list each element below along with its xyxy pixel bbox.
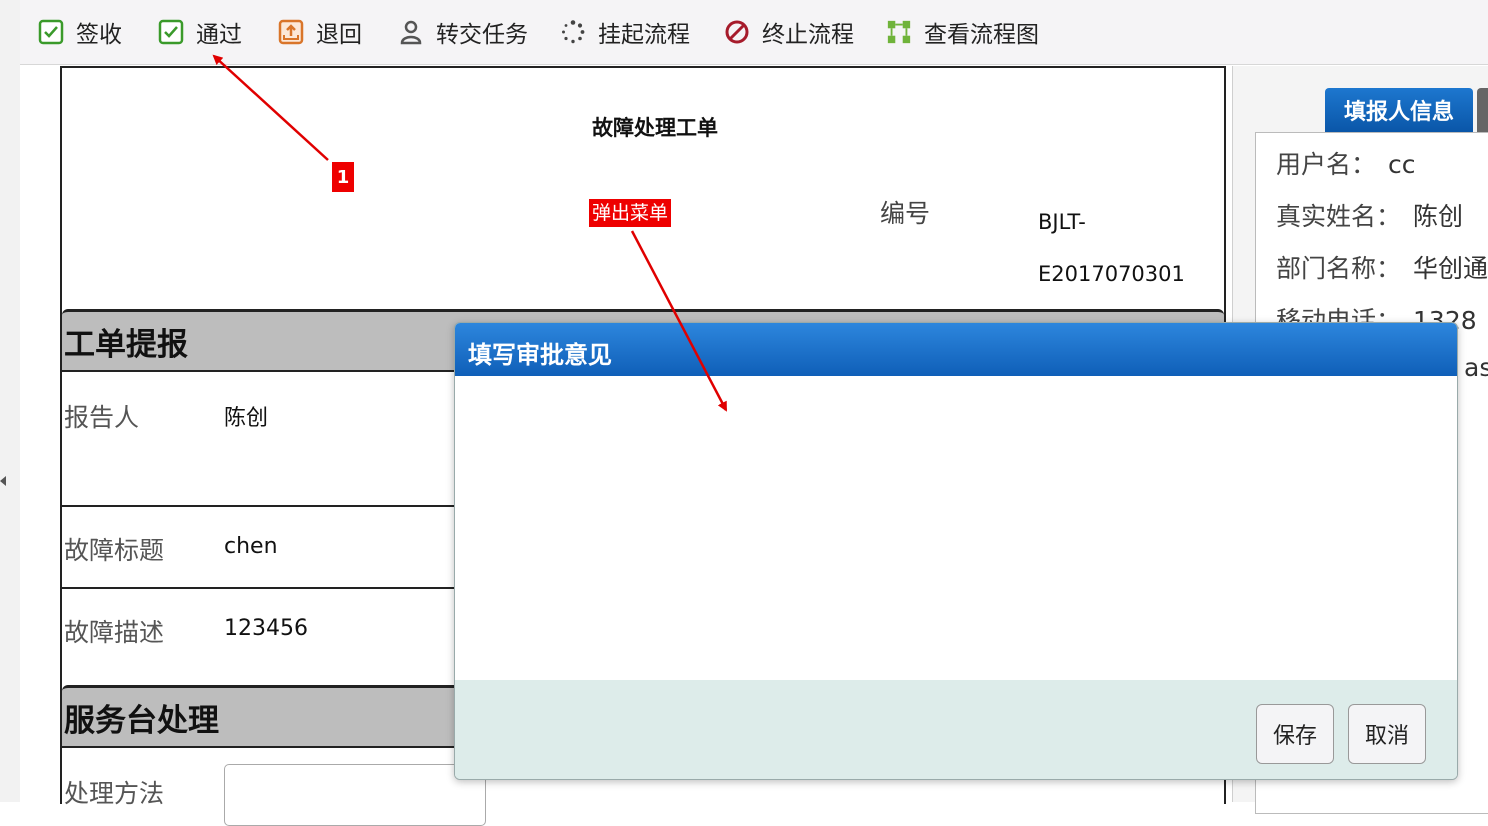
terminate-process-button-label: 终止流程 [762,22,854,48]
section-report-title: 工单提报 [64,327,188,363]
return-box-icon [278,19,304,45]
reporter-label: 报告人 [64,403,140,432]
method-input[interactable] [224,764,486,826]
return-button[interactable]: 退回 [278,16,362,48]
info-value: cc [1388,150,1416,179]
dialog-footer: 保存 取消 [455,680,1457,779]
sign-button[interactable]: 签收 [38,16,122,48]
info-label: 用户名： [1276,150,1377,179]
annotation-badge-1: 1 [332,162,354,192]
info-value: 陈创 [1413,202,1464,231]
info-row-department: 部门名称： 华创通 [1276,249,1488,285]
collapse-arrow-icon[interactable] [0,476,6,486]
number-label: 编号 [880,199,931,228]
fault-title-value: chen [224,534,278,559]
info-value: as@ [1464,353,1488,382]
tab-next[interactable] [1477,88,1488,132]
stop-icon [724,19,750,45]
fault-desc-label: 故障描述 [64,618,165,647]
view-flowchart-button[interactable]: 查看流程图 [886,16,1039,48]
form-title: 故障处理工单 [592,116,718,140]
cancel-button[interactable]: 取消 [1348,704,1427,764]
sign-button-label: 签收 [76,22,122,48]
left-collapse-strip[interactable] [0,0,21,802]
check-box-icon [158,19,184,45]
dialog-title: 填写审批意见 [468,341,612,369]
terminate-process-button[interactable]: 终止流程 [724,16,854,48]
info-row-username: 用户名： cc [1276,145,1416,181]
view-flowchart-button-label: 查看流程图 [924,22,1039,48]
approve-button-label: 通过 [196,22,242,48]
tab-reporter-info[interactable]: 填报人信息 [1325,88,1473,132]
info-row-realname: 真实姓名： 陈创 [1276,197,1463,233]
info-label: 部门名称： [1276,254,1402,283]
transfer-task-button-label: 转交任务 [436,22,528,48]
reporter-value: 陈创 [224,406,269,431]
info-label: 真实姓名： [1276,202,1402,231]
dialog-body [455,376,1457,680]
number-value: BJLT-E2017070301 [1038,210,1185,286]
save-button[interactable]: 保存 [1256,704,1335,764]
fault-desc-value: 123456 [224,616,308,641]
left-gutter [20,65,60,802]
info-value: 华创通 [1413,254,1488,283]
spinner-icon [560,19,586,45]
approve-button[interactable]: 通过 [158,16,242,48]
suspend-process-button-label: 挂起流程 [598,22,690,48]
fault-title-label: 故障标题 [64,536,165,565]
suspend-process-button[interactable]: 挂起流程 [560,16,690,48]
popup-menu-annotation: 弹出菜单 [589,199,672,227]
return-button-label: 退回 [316,22,362,48]
check-box-icon [38,19,64,45]
dialog-header[interactable]: 填写审批意见 [455,323,1457,376]
approval-dialog: 填写审批意见 保存 取消 [454,322,1458,780]
user-icon [398,19,424,45]
flowchart-icon [886,19,912,45]
section-service-desk-title: 服务台处理 [64,703,219,739]
toolbar: 签收 通过 退回 转交任务 挂起流程 终止流程 查看流程图 [20,0,1488,65]
transfer-task-button[interactable]: 转交任务 [398,16,528,48]
method-label: 处理方法 [64,779,165,808]
